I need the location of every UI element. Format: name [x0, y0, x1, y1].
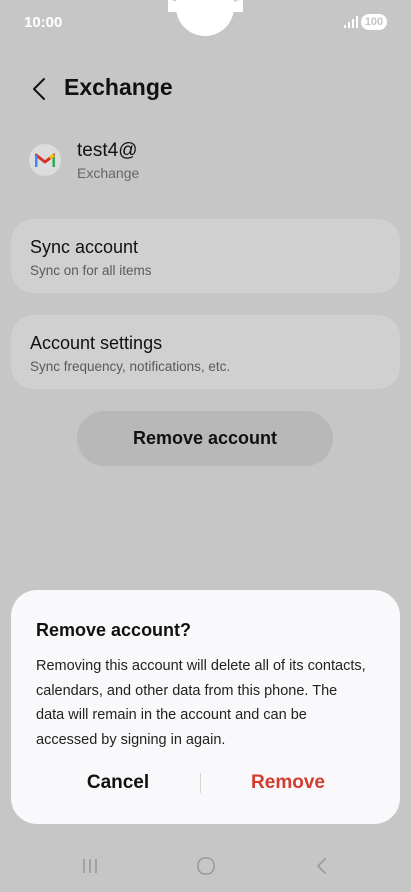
navigation-bar: [0, 846, 411, 886]
status-time: 10:00: [24, 14, 63, 31]
home-icon: [197, 857, 215, 875]
cancel-button[interactable]: Cancel: [51, 766, 185, 800]
account-settings-item[interactable]: Account settings Sync frequency, notific…: [11, 315, 400, 389]
chevron-left-icon: [33, 78, 45, 100]
back-button[interactable]: [24, 72, 54, 106]
account-avatar: [29, 144, 61, 176]
page-title: Exchange: [64, 74, 173, 100]
account-type: Exchange: [77, 165, 140, 181]
back-icon: [317, 858, 326, 874]
remove-button[interactable]: Remove: [221, 766, 355, 800]
remove-account-button[interactable]: Remove account: [77, 411, 333, 466]
signal-icon: [344, 16, 358, 28]
camera-notch: [176, 0, 234, 36]
account-settings-subtitle: Sync frequency, notifications, etc.: [30, 359, 231, 374]
status-bar: 10:00 100: [0, 0, 411, 46]
screen: 10:00 100 Exchange test4@ Exchange Sync …: [0, 0, 411, 892]
dialog-actions: Cancel Remove: [11, 766, 400, 800]
dialog-message: Removing this account will delete all of…: [36, 658, 366, 748]
recent-apps-icon: [83, 859, 97, 873]
dialog-button-divider: [200, 773, 201, 793]
sync-account-title: Sync account: [30, 237, 139, 257]
sync-account-subtitle: Sync on for all items: [30, 263, 152, 278]
dialog-title: Remove account?: [36, 620, 192, 640]
remove-account-dialog: Remove account? Removing this account wi…: [11, 590, 400, 824]
nav-back-button[interactable]: [301, 854, 341, 878]
gmail-icon: [35, 153, 55, 167]
account-settings-title: Account settings: [30, 333, 163, 353]
account-name: test4@: [77, 140, 138, 161]
battery-indicator: 100: [361, 14, 387, 30]
recent-apps-button[interactable]: [70, 854, 110, 878]
sync-account-item[interactable]: Sync account Sync on for all items: [11, 219, 400, 293]
home-button[interactable]: [186, 854, 226, 878]
